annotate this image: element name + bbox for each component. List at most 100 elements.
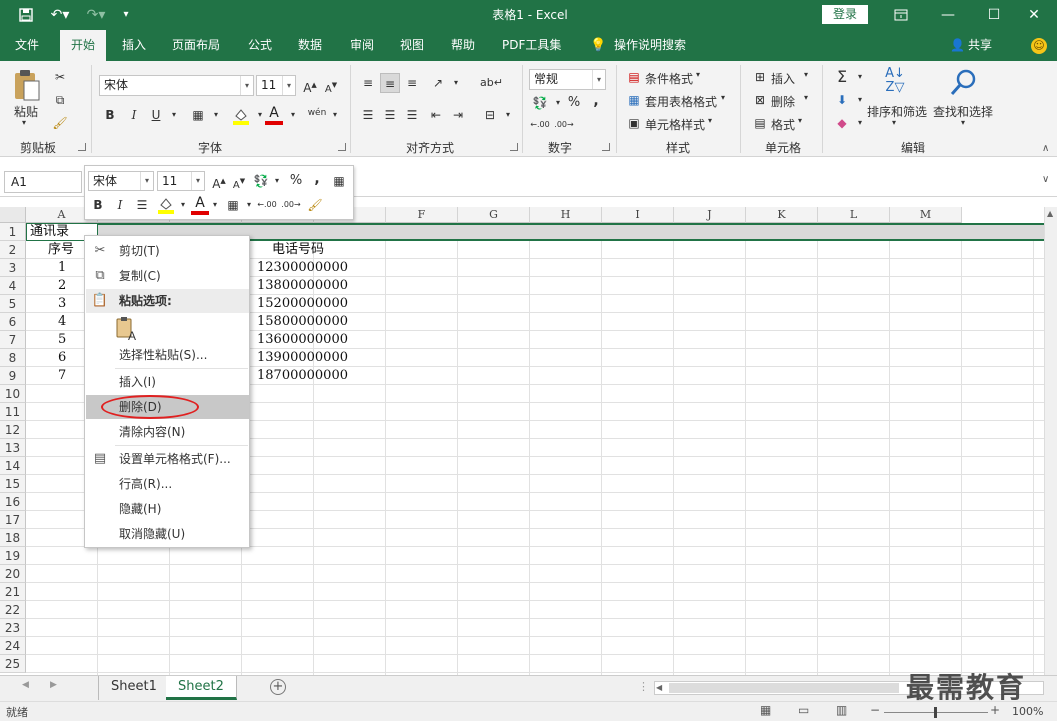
row-header-8[interactable]: 8 [0,349,26,367]
mini-format-painter-table-icon[interactable]: ▦ [329,171,349,191]
wrap-text-icon[interactable]: ab↵ [480,73,503,93]
column-header-m[interactable]: M [890,207,962,223]
borders-dropdown-icon[interactable]: ▾ [206,105,226,125]
table-cell-phone[interactable]: 13900000000 [257,349,348,367]
menu-item-hide[interactable]: 隐藏(H) [86,497,249,521]
row-header-10[interactable]: 10 [0,385,26,403]
tab-review[interactable]: 审阅 [340,30,384,61]
increase-indent-icon[interactable]: ⇥ [448,105,468,125]
decrease-indent-icon[interactable]: ⇤ [426,105,446,125]
merge-center-icon[interactable]: ⊟ [480,105,500,125]
expand-formula-bar-icon[interactable]: ∨ [1042,174,1049,185]
menu-item-insert[interactable]: 插入(I) [86,370,249,394]
row-header-15[interactable]: 15 [0,475,26,493]
insert-cells-button[interactable]: 插入 [771,70,795,87]
clear-icon[interactable]: ◆ [832,113,852,133]
row-header-25[interactable]: 25 [0,655,26,673]
align-center-icon[interactable]: ☰ [380,105,400,125]
tab-formulas[interactable]: 公式 [238,30,282,61]
table-cell-phone[interactable]: 15200000000 [257,295,348,313]
row-header-16[interactable]: 16 [0,493,26,511]
tab-view[interactable]: 视图 [390,30,434,61]
redo-icon[interactable]: ↷▾ [84,7,108,23]
mini-increase-decimal-icon[interactable]: ←.00 [257,195,277,215]
table-cell-index[interactable]: 6 [58,349,66,367]
menu-item-cut[interactable]: ✂ 剪切(T) [86,239,249,263]
row-header-18[interactable]: 18 [0,529,26,547]
align-bottom-icon[interactable]: ≡ [402,73,422,93]
row-header-20[interactable]: 20 [0,565,26,583]
zoom-in-icon[interactable]: + [990,703,1000,717]
tab-data[interactable]: 数据 [288,30,332,61]
autosum-icon[interactable]: Σ [832,67,852,87]
paste-dropdown-icon[interactable]: ▾ [22,118,26,127]
name-box[interactable]: A1 [4,171,82,193]
tab-split-handle[interactable]: ⋮ [638,680,649,693]
conditional-format-button[interactable]: 条件格式 [645,70,693,87]
fill-color-icon[interactable] [232,107,250,125]
decrease-decimal-icon[interactable]: .00→ [554,115,574,135]
zoom-out-icon[interactable]: − [870,703,880,717]
feedback-smiley-icon[interactable]: ☺ [1031,38,1047,54]
zoom-level[interactable]: 100% [1012,705,1043,718]
table-cell-phone[interactable]: 13600000000 [257,331,348,349]
table-cell-index[interactable]: 2 [58,277,66,295]
table-cell-index[interactable]: 5 [58,331,66,349]
column-header-i[interactable]: I [602,207,674,223]
mini-comma-button[interactable]: , [307,169,327,189]
format-cells-button[interactable]: 格式 [771,116,795,133]
sheet-tab-sheet1[interactable]: Sheet1 [98,676,170,700]
delete-cells-icon[interactable]: ⊠ [750,90,770,110]
mini-fill-dropdown-icon[interactable]: ▾ [173,195,193,215]
format-cells-dropdown-icon[interactable]: ▾ [798,116,802,125]
scroll-up-icon[interactable]: ▲ [1047,209,1053,218]
scroll-left-icon[interactable]: ◀ [656,682,662,694]
cell-styles-dropdown-icon[interactable]: ▾ [708,116,712,125]
format-as-table-button[interactable]: 套用表格格式 [645,93,717,110]
column-header-j[interactable]: J [674,207,746,223]
mini-shrink-font-icon[interactable]: A▼ [229,171,249,191]
mini-italic-button[interactable]: I [110,195,130,215]
next-sheet-icon[interactable]: ▶ [50,680,57,690]
autosum-dropdown-icon[interactable]: ▾ [850,67,870,87]
cell-a2[interactable]: 序号 [48,241,74,259]
row-header-21[interactable]: 21 [0,583,26,601]
row-header-2[interactable]: 2 [0,241,26,259]
align-middle-icon[interactable]: ≡ [380,73,400,93]
italic-button[interactable]: I [124,105,144,125]
row-header-5[interactable]: 5 [0,295,26,313]
tab-insert[interactable]: 插入 [112,30,156,61]
mini-grow-font-icon[interactable]: A▲ [209,171,229,191]
menu-item-paste-special[interactable]: 选择性粘贴(S)... [86,343,249,367]
font-launcher-icon[interactable] [338,143,346,151]
table-cell-phone[interactable]: 15800000000 [257,313,348,331]
paste-values-option-icon[interactable]: A [115,316,139,343]
menu-item-row-height[interactable]: 行高(R)... [86,472,249,496]
mini-align-center-icon[interactable]: ☰ [132,195,152,215]
table-cell-index[interactable]: 7 [58,367,66,385]
number-launcher-icon[interactable] [602,143,610,151]
sort-filter-button[interactable]: 排序和筛选 [867,103,927,120]
table-cell-phone[interactable]: 12300000000 [257,259,348,277]
tab-file[interactable]: 文件 [5,30,49,61]
normal-view-icon[interactable]: ▦ [760,703,771,717]
percent-button[interactable]: % [564,93,584,113]
share-button[interactable]: 共享 [968,30,992,61]
horizontal-scroll-thumb[interactable] [669,683,899,693]
row-header-11[interactable]: 11 [0,403,26,421]
mini-percent-button[interactable]: % [286,171,306,191]
mini-accounting-dropdown-icon[interactable]: ▾ [267,171,287,191]
font-size-combo[interactable]: 11 ▾ [256,75,296,96]
shrink-font-icon[interactable]: A▼ [321,75,341,95]
column-header-h[interactable]: H [530,207,602,223]
table-cell-index[interactable]: 3 [58,295,66,313]
paste-icon[interactable] [12,69,42,105]
format-as-table-dropdown-icon[interactable]: ▾ [721,93,725,102]
font-color-icon[interactable]: A [265,105,283,125]
zoom-slider-thumb[interactable] [934,707,937,718]
login-button[interactable]: 登录 [822,5,868,24]
grow-font-icon[interactable]: A▲ [300,75,320,95]
menu-item-unhide[interactable]: 取消隐藏(U) [86,522,249,546]
column-header-f[interactable]: F [386,207,458,223]
minimize-icon[interactable]: — [925,0,971,30]
